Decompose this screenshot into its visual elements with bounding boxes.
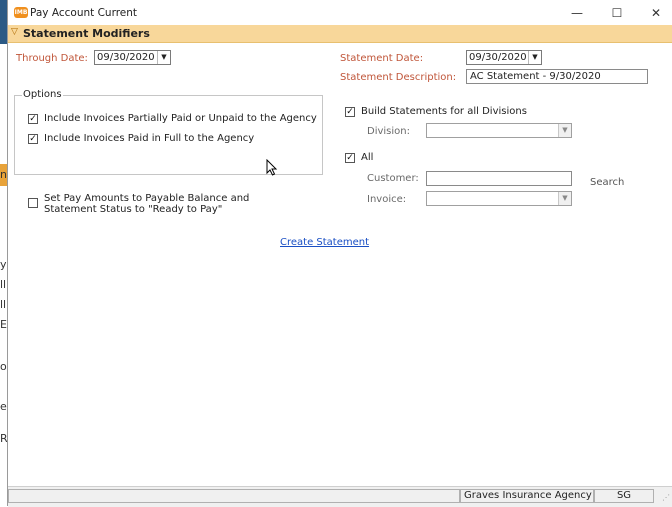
division-select[interactable]: ▼ — [426, 123, 572, 138]
statement-modifiers-header[interactable]: ▽ Statement Modifiers — [8, 25, 672, 43]
mouse-pointer-icon — [266, 159, 278, 176]
minimize-button[interactable]: — — [563, 4, 591, 22]
through-date-picker[interactable]: 09/30/2020 ▼ — [94, 50, 171, 65]
all-checkbox[interactable]: ✓ — [345, 153, 355, 163]
chevron-down-icon[interactable]: ▼ — [558, 192, 571, 205]
create-statement-link[interactable]: Create Statement — [280, 237, 369, 248]
set-pay-amounts-label-line2: Statement Status to "Ready to Pay" — [44, 204, 223, 215]
title-bar[interactable]: IMB Pay Account Current — ☐ ✕ — [8, 0, 672, 26]
search-link[interactable]: Search — [590, 177, 624, 188]
chevron-down-icon[interactable]: ▼ — [558, 124, 571, 137]
close-button[interactable]: ✕ — [642, 4, 670, 22]
set-pay-amounts-checkbox[interactable] — [28, 198, 38, 208]
partially-paid-label: Include Invoices Partially Paid or Unpai… — [44, 113, 317, 124]
through-date-label: Through Date: — [16, 53, 88, 64]
statement-description-label: Statement Description: — [340, 72, 457, 83]
set-pay-amounts-label-line1: Set Pay Amounts to Payable Balance and — [44, 193, 250, 204]
chevron-down-icon[interactable]: ▼ — [528, 51, 541, 64]
build-all-divisions-label: Build Statements for all Divisions — [361, 106, 527, 117]
statement-description-input[interactable]: AC Statement - 9/30/2020 — [466, 69, 648, 84]
invoice-label: Invoice: — [367, 194, 407, 205]
customer-input[interactable] — [426, 171, 572, 186]
customer-label: Customer: — [367, 173, 419, 184]
user-initials: SG — [594, 489, 654, 503]
build-all-divisions-checkbox[interactable]: ✓ — [345, 107, 355, 117]
options-legend: Options — [22, 89, 63, 100]
all-label: All — [361, 152, 374, 163]
paid-in-full-checkbox[interactable]: ✓ — [28, 134, 38, 144]
maximize-button[interactable]: ☐ — [603, 4, 631, 22]
collapse-chevron-icon[interactable]: ▽ — [11, 27, 18, 37]
statement-date-value: 09/30/2020 — [469, 52, 527, 63]
resize-grip-icon[interactable]: ⋰ — [662, 493, 670, 502]
window-title: Pay Account Current — [30, 7, 138, 19]
status-message — [8, 489, 460, 503]
partially-paid-checkbox[interactable]: ✓ — [28, 114, 38, 124]
status-bar: Graves Insurance Agency SG ⋰ — [8, 486, 672, 507]
division-label: Division: — [367, 126, 410, 137]
statement-date-label: Statement Date: — [340, 53, 424, 64]
chevron-down-icon[interactable]: ▼ — [157, 51, 170, 64]
agency-name: Graves Insurance Agency — [460, 489, 594, 503]
paid-in-full-label: Include Invoices Paid in Full to the Age… — [44, 133, 255, 144]
pay-account-current-dialog: IMB Pay Account Current — ☐ ✕ ▽ Statemen… — [7, 0, 672, 507]
app-logo-icon: IMB — [14, 7, 28, 18]
invoice-select[interactable]: ▼ — [426, 191, 572, 206]
through-date-value: 09/30/2020 — [97, 52, 155, 63]
section-title: Statement Modifiers — [23, 27, 150, 40]
statement-date-picker[interactable]: 09/30/2020 ▼ — [466, 50, 542, 65]
